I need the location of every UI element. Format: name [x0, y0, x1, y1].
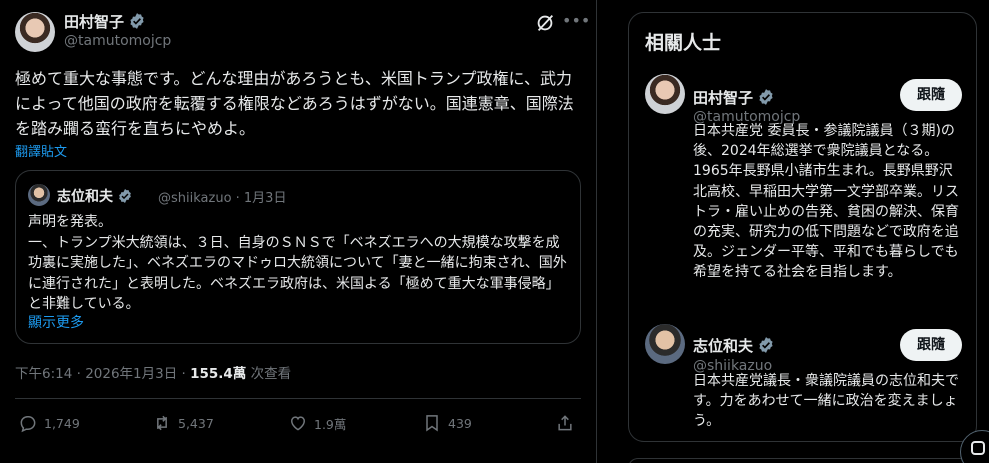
heart-icon [290, 416, 306, 431]
divider [15, 398, 581, 399]
more-options-icon[interactable]: ••• [562, 10, 590, 32]
related-people-panel: 相關人士 田村智子 @tamutomojcp 跟隨 日本共産党 委員長・参議院議… [628, 12, 977, 442]
author-handle[interactable]: @tamutomojcp [64, 33, 171, 49]
verified-badge-icon [119, 189, 131, 203]
post-text: 極めて重大な事態です。どんな理由があろうとも、米国トランプ政権に、武力によって他… [15, 69, 574, 138]
post-detail: 田村智子 @tamutomojcp ••• 極めて重大な事態です。どんな理由があ… [0, 0, 597, 463]
translate-post-link[interactable]: 翻譯貼文 [15, 141, 67, 160]
avatar[interactable] [645, 324, 685, 364]
avatar[interactable] [645, 74, 685, 114]
follow-button[interactable]: 跟隨 [900, 329, 962, 361]
bookmark-icon [426, 415, 438, 432]
bookmark-count: 439 [448, 415, 472, 431]
follow-button[interactable]: 跟隨 [900, 79, 962, 111]
reply-icon [20, 416, 36, 433]
reply-button[interactable]: 1,749 [18, 410, 80, 436]
bookmark-button[interactable]: 439 [422, 410, 472, 436]
share-button[interactable] [555, 410, 575, 436]
verified-badge-icon [130, 13, 144, 29]
like-count: 1.9萬 [314, 416, 347, 432]
repost-icon [157, 415, 167, 431]
repost-count: 5,437 [178, 415, 214, 431]
person-name-text[interactable]: 志位和夫 [693, 337, 753, 355]
next-panel-edge [628, 458, 977, 463]
person-name[interactable]: 田村智子 [693, 87, 775, 108]
person-name-text[interactable]: 田村智子 [693, 89, 753, 107]
author-name[interactable]: 田村智子 [64, 11, 146, 32]
view-count-label: 次查看 [246, 366, 292, 382]
share-icon [558, 415, 572, 431]
panel-title: 相關人士 [645, 32, 722, 54]
reply-count: 1,749 [44, 415, 80, 431]
person-name[interactable]: 志位和夫 [693, 335, 775, 356]
author-name-text[interactable]: 田村智子 [64, 13, 124, 31]
quoted-post-text: 声明を発表。 一、トランプ米大統領は、３日、自身のＳＮＳで「ベネズエラへの大規模… [28, 214, 567, 312]
author-avatar[interactable] [15, 12, 55, 52]
post-timestamp[interactable]: 下午6:14 · 2026年1月3日 · [15, 366, 190, 382]
verified-badge-icon [759, 337, 773, 353]
quoted-author-handle-date[interactable]: @shiikazuo · 1月3日 [158, 187, 286, 206]
show-more-link[interactable]: 顯示更多 [28, 312, 84, 332]
like-button[interactable]: 1.9萬 [288, 410, 346, 436]
person-bio: 日本共産党議長・衆議院議員の志位和夫です。力をあわせて一緒に政治を変えましょう。 [693, 373, 959, 430]
post-actions: 1,749 5,437 1.9萬 439 [0, 410, 597, 436]
quoted-author-name[interactable]: 志位和夫 [57, 186, 133, 206]
verified-badge-icon [759, 89, 773, 105]
quoted-post[interactable]: 志位和夫 @shiikazuo · 1月3日 声明を発表。 一、トランプ米大統領… [15, 170, 581, 344]
quoted-author-name-text[interactable]: 志位和夫 [57, 189, 113, 205]
repost-button[interactable]: 5,437 [152, 410, 214, 436]
view-count: 155.4萬 [190, 366, 247, 382]
post-meta: 下午6:14 · 2026年1月3日 · 155.4萬 次查看 [15, 362, 291, 382]
quoted-author-avatar[interactable] [28, 184, 50, 206]
grok-icon[interactable] [534, 12, 556, 34]
person-bio: 日本共産党 委員長・参議院議員（３期)の後、2024年総選挙で衆院議員となる。1… [693, 123, 959, 281]
